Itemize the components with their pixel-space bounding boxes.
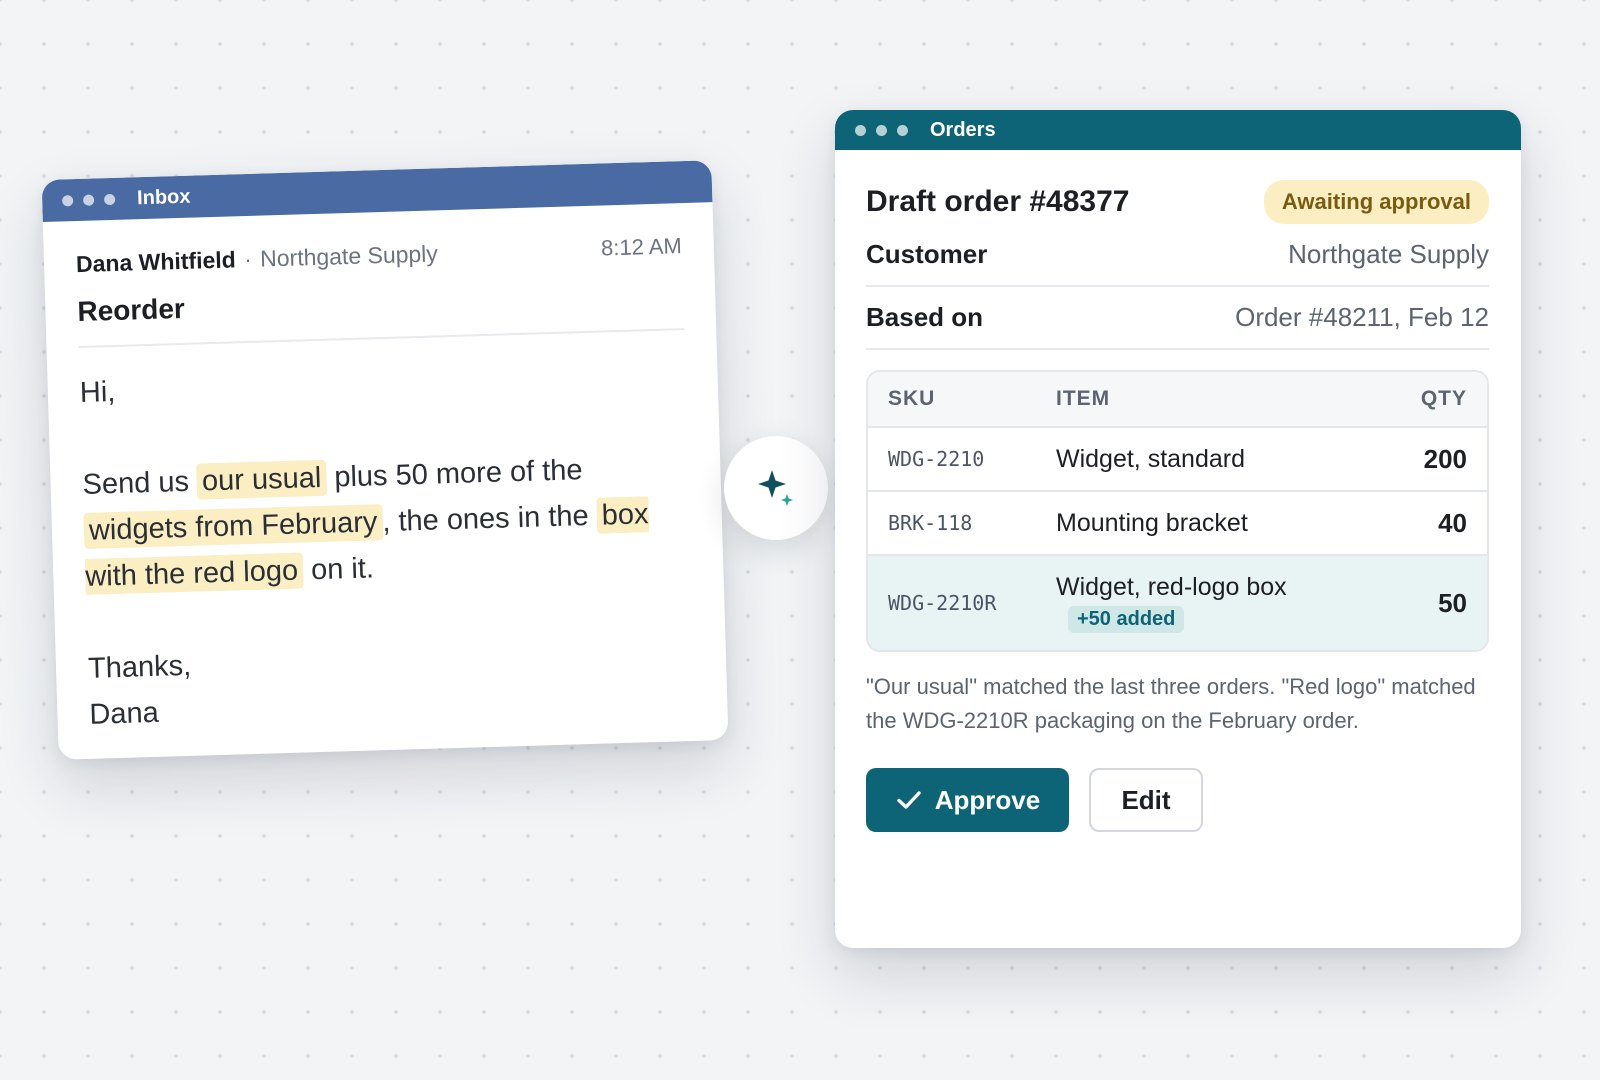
order-title: Draft order #48377	[866, 185, 1130, 218]
row-item: Widget, red-logo box	[1056, 573, 1287, 601]
body-text: on it.	[302, 552, 375, 587]
row-sku: BRK-118	[888, 511, 973, 535]
status-badge: Awaiting approval	[1263, 180, 1489, 224]
orders-window: Orders Draft order #48377 Awaiting appro…	[835, 110, 1521, 948]
row-qty: 50	[1438, 587, 1467, 618]
email-subject: Reorder	[77, 278, 685, 349]
table-row[interactable]: WDG-2210 Widget, standard 200	[868, 426, 1487, 490]
row-item: Widget, standard	[1056, 444, 1245, 473]
email-time: 8:12 AM	[600, 233, 683, 261]
table-row-added[interactable]: WDG-2210R Widget, red-logo box +50 added…	[868, 554, 1487, 650]
email-body: Hi, Send us our usual plus 50 more of th…	[79, 352, 696, 738]
sender-company: Northgate Supply	[259, 240, 439, 272]
window-dot-icon[interactable]	[876, 124, 887, 136]
match-note: "Our usual" matched the last three order…	[866, 674, 1476, 733]
window-controls	[855, 124, 908, 136]
email-message: Send us our usual plus 50 more of the wi…	[82, 444, 692, 600]
body-text: Send us	[82, 465, 198, 501]
approve-label: Approve	[934, 784, 1041, 815]
approve-button[interactable]: Approve	[866, 768, 1069, 832]
header-qty: QTY	[1420, 387, 1467, 410]
check-icon	[897, 791, 921, 809]
row-item: Mounting bracket	[1056, 508, 1248, 537]
edit-button[interactable]: Edit	[1089, 768, 1203, 832]
header-item: ITEM	[1056, 387, 1111, 410]
window-dot-icon[interactable]	[103, 193, 116, 205]
row-qty: 40	[1438, 507, 1467, 538]
ai-sparkle-badge	[724, 436, 828, 540]
window-dot-icon[interactable]	[897, 124, 908, 136]
body-text: plus 50 more of the	[325, 454, 583, 494]
customer-value: Northgate Supply	[1288, 239, 1489, 269]
window-dot-icon[interactable]	[855, 124, 866, 136]
table-header: SKU ITEM QTY	[868, 372, 1487, 426]
customer-label: Customer	[866, 239, 988, 269]
based-on-value: Order #48211, Feb 12	[1235, 302, 1489, 332]
based-on-label: Based on	[866, 302, 984, 332]
based-on-row: Based on Order #48211, Feb 12	[866, 287, 1489, 350]
row-qty: 200	[1423, 443, 1467, 474]
header-sku: SKU	[888, 387, 936, 410]
sparkle-icon	[758, 470, 793, 506]
body-text: , the ones in the	[381, 499, 598, 539]
highlight-our-usual: our usual	[196, 459, 327, 500]
sender-separator: ·	[243, 245, 253, 273]
customer-row: Customer Northgate Supply	[866, 224, 1489, 287]
sender: Dana Whitfield · Northgate Supply	[76, 240, 439, 278]
row-item-cell: Widget, red-logo box +50 added	[1056, 573, 1347, 633]
inbox-title: Inbox	[136, 185, 191, 209]
row-sku: WDG-2210R	[888, 591, 997, 615]
orders-title: Orders	[930, 118, 996, 141]
window-dot-icon[interactable]	[82, 194, 95, 206]
inbox-window: Inbox Dana Whitfield · Northgate Supply …	[41, 160, 729, 760]
order-lines-table: SKU ITEM QTY WDG-2210 Widget, standard 2…	[866, 370, 1489, 652]
orders-titlebar: Orders	[835, 110, 1521, 150]
window-controls	[61, 193, 116, 206]
order-actions: Approve Edit	[866, 768, 1489, 832]
row-sku: WDG-2210	[888, 447, 985, 471]
added-tag: +50 added	[1068, 606, 1185, 633]
sender-name: Dana Whitfield	[75, 246, 237, 278]
table-row[interactable]: BRK-118 Mounting bracket 40	[868, 490, 1487, 554]
window-dot-icon[interactable]	[61, 194, 74, 206]
highlight-widgets-february: widgets from February	[83, 504, 383, 549]
